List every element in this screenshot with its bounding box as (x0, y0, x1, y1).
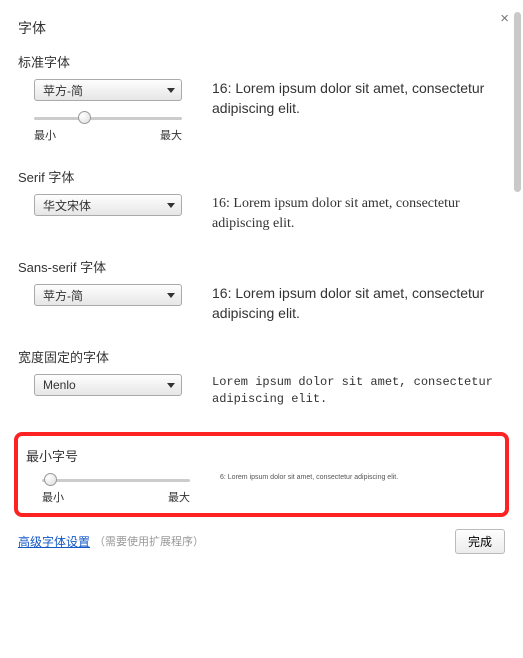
sans-preview-text: 16: Lorem ipsum dolor sit amet, consecte… (198, 284, 505, 323)
section-label: 宽度固定的字体 (18, 347, 505, 366)
section-fixed-font: 宽度固定的字体 Menlo Lorem ipsum dolor sit amet… (18, 347, 505, 408)
close-icon[interactable]: × (500, 10, 509, 27)
done-button[interactable]: 完成 (455, 529, 505, 554)
select-value: 苹方-简 (43, 287, 83, 304)
slider-min-label: 最小 (42, 489, 64, 505)
section-label: 最小字号 (26, 446, 497, 465)
min-size-preview-text: 6: Lorem ipsum dolor sit amet, consectet… (206, 473, 497, 483)
min-size-slider[interactable] (42, 473, 190, 487)
serif-preview-text: 16: Lorem ipsum dolor sit amet, consecte… (198, 194, 505, 233)
slider-track (34, 117, 182, 120)
chevron-down-icon (167, 293, 175, 298)
select-value: 苹方-简 (43, 82, 83, 99)
section-serif-font: Serif 字体 华文宋体 16: Lorem ipsum dolor sit … (18, 167, 505, 233)
fixed-preview-text: Lorem ipsum dolor sit amet, consectetur … (198, 374, 505, 408)
dialog-title: 字体 (18, 18, 505, 38)
dialog-footer: 高级字体设置 （需要使用扩展程序） 完成 (18, 529, 505, 554)
chevron-down-icon (167, 88, 175, 93)
section-label: 标准字体 (18, 52, 505, 71)
slider-thumb[interactable] (44, 473, 57, 486)
advanced-font-settings-link[interactable]: 高级字体设置 (18, 533, 90, 550)
standard-size-slider[interactable] (34, 111, 182, 125)
chevron-down-icon (167, 203, 175, 208)
section-label: Sans-serif 字体 (18, 257, 505, 276)
slider-min-label: 最小 (34, 127, 56, 143)
section-standard-font: 标准字体 苹方-简 最小 最大 16: Lore (18, 52, 505, 143)
select-value: Menlo (43, 378, 76, 392)
footer-note: （需要使用扩展程序） (94, 533, 204, 549)
font-settings-dialog: × 字体 标准字体 苹方-简 最小 最大 (0, 0, 523, 658)
serif-font-select[interactable]: 华文宋体 (34, 194, 182, 216)
select-value: 华文宋体 (43, 197, 91, 214)
standard-font-select[interactable]: 苹方-简 (34, 79, 182, 101)
fixed-font-select[interactable]: Menlo (34, 374, 182, 396)
section-sans-font: Sans-serif 字体 苹方-简 16: Lorem ipsum dolor… (18, 257, 505, 323)
slider-max-label: 最大 (168, 489, 190, 505)
section-label: Serif 字体 (18, 167, 505, 186)
slider-thumb[interactable] (78, 111, 91, 124)
chevron-down-icon (167, 383, 175, 388)
scrollbar[interactable] (514, 12, 521, 192)
highlight-min-font-size: 最小字号 最小 最大 6: Lorem ipsum dolor sit amet… (14, 432, 509, 517)
standard-preview-text: 16: Lorem ipsum dolor sit amet, consecte… (198, 79, 505, 118)
slider-max-label: 最大 (160, 127, 182, 143)
sans-font-select[interactable]: 苹方-简 (34, 284, 182, 306)
section-min-font-size: 最小字号 最小 最大 6: Lorem ipsum dolor sit amet… (26, 446, 497, 505)
slider-track (42, 479, 190, 482)
